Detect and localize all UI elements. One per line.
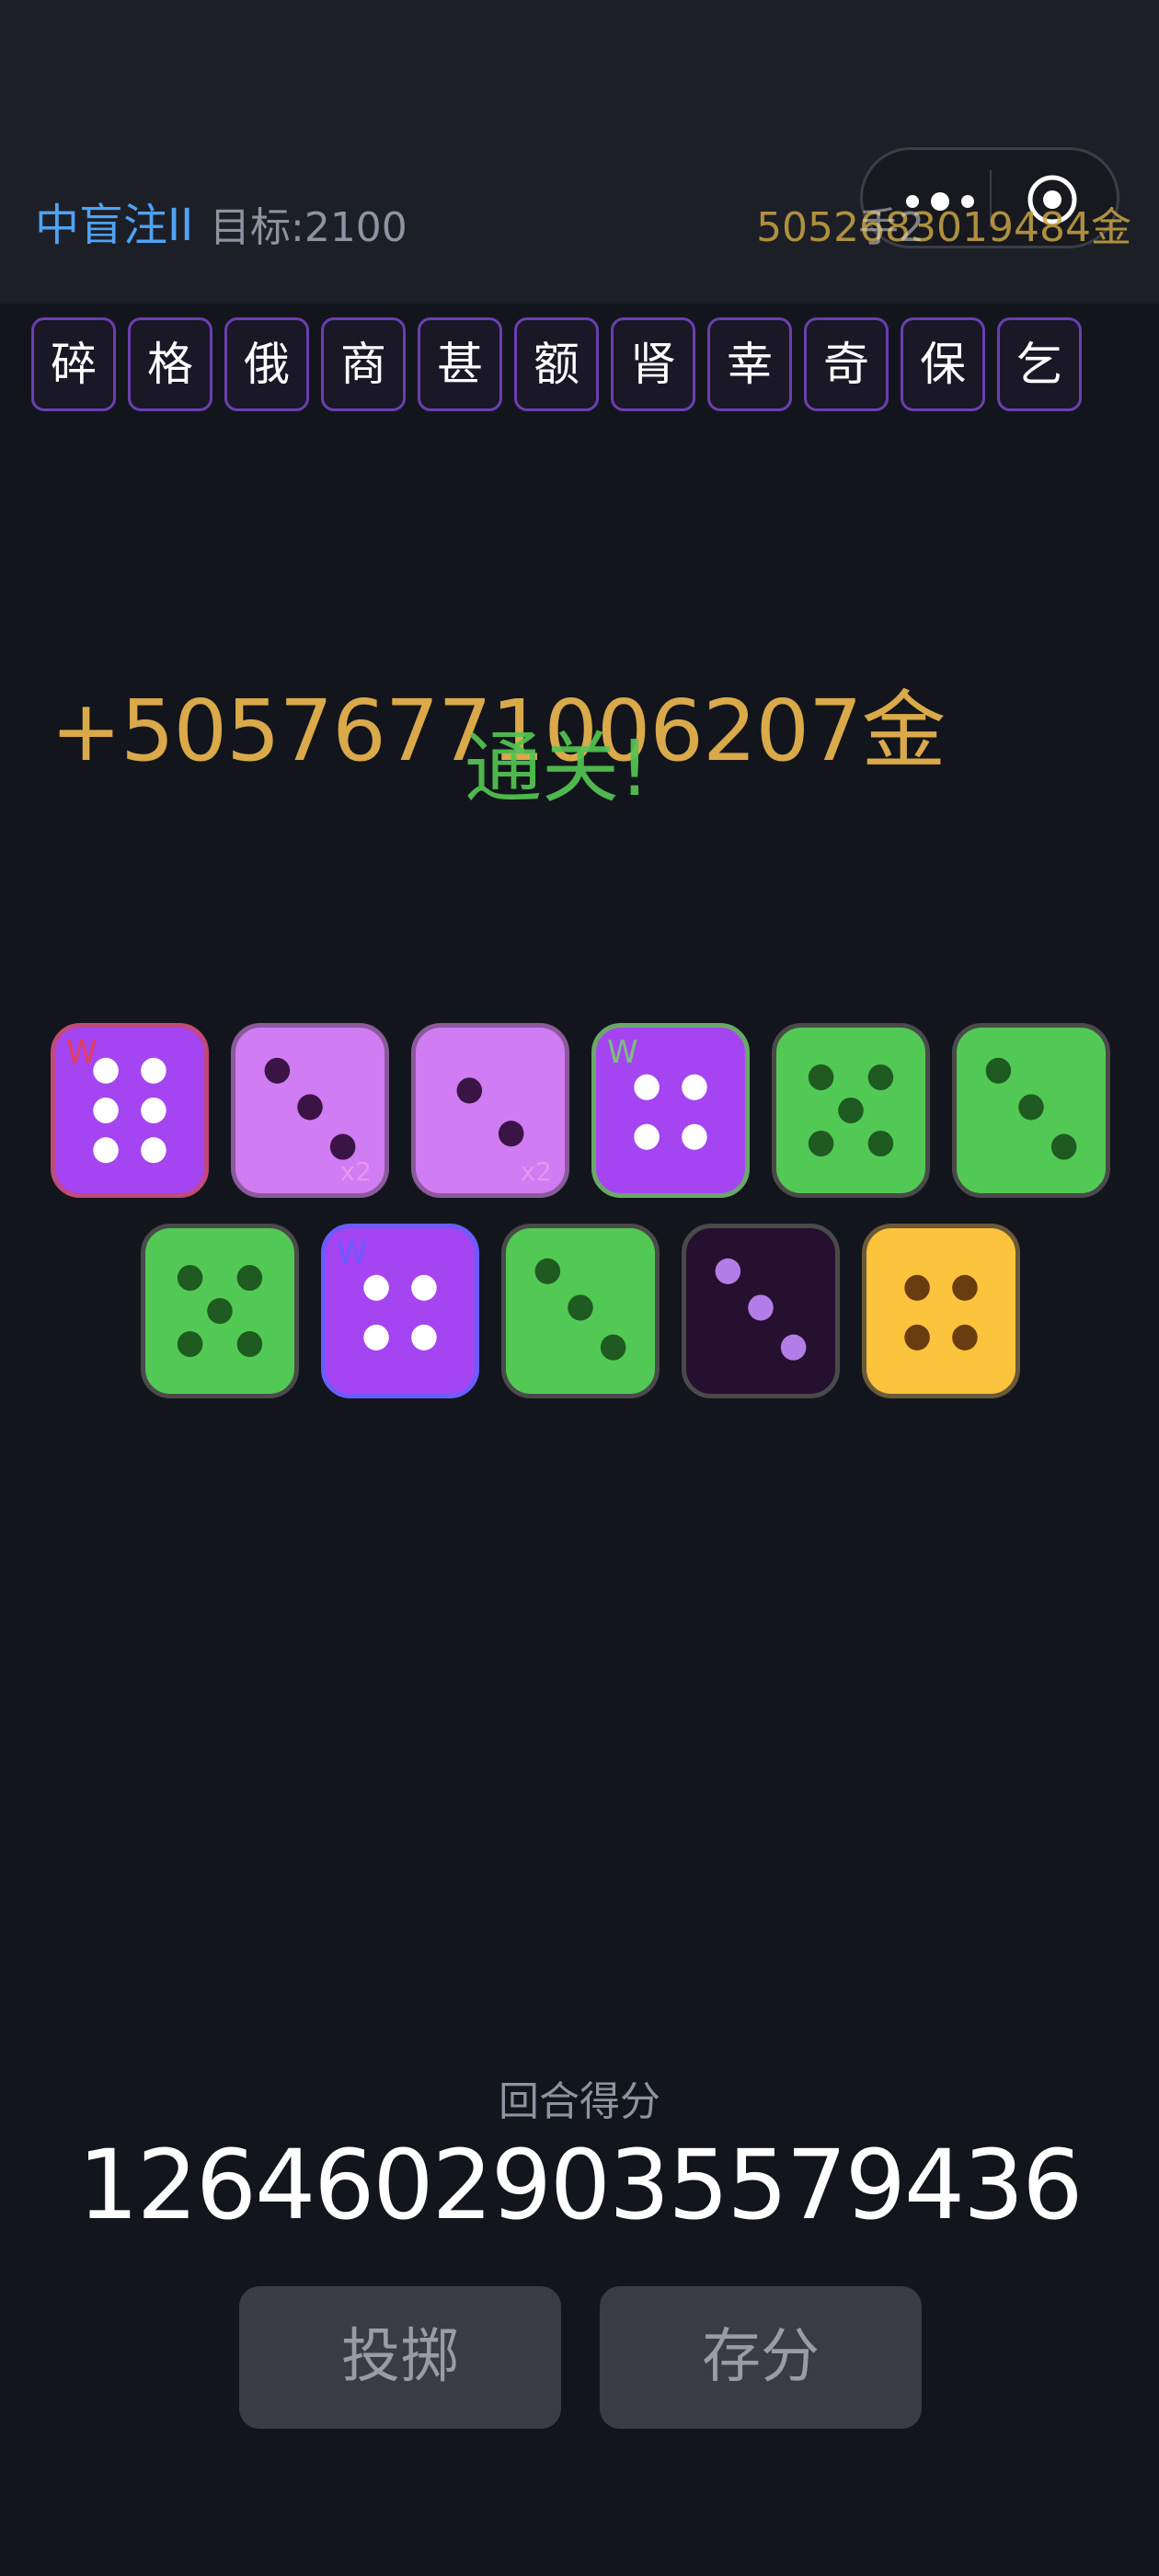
die-pip <box>207 1297 233 1325</box>
die-pip <box>867 1130 894 1157</box>
die-pip <box>634 1123 660 1150</box>
die-pip <box>93 1097 119 1124</box>
die-pip <box>838 1097 864 1124</box>
die-pip <box>534 1258 561 1284</box>
die[interactable]: W <box>591 1023 750 1198</box>
tile[interactable]: 保 <box>901 317 985 411</box>
die-pip <box>363 1274 389 1301</box>
tile[interactable]: 奇 <box>804 317 889 411</box>
die-pip <box>780 1334 807 1361</box>
die-pip <box>411 1274 437 1301</box>
round-score-value: 12646029035579436 <box>77 2129 1084 2241</box>
die-pip <box>715 1258 741 1284</box>
die-pip <box>952 1324 978 1351</box>
tile[interactable]: 乞 <box>997 317 1082 411</box>
die-pip <box>808 1130 834 1157</box>
die[interactable] <box>682 1224 840 1398</box>
die[interactable] <box>141 1224 299 1398</box>
die-pip <box>808 1064 834 1091</box>
multiplier-tag: x2 <box>520 1156 552 1187</box>
die-pip <box>748 1294 774 1321</box>
die[interactable] <box>952 1023 1110 1198</box>
die-pip <box>297 1094 323 1121</box>
die-pip <box>904 1274 930 1301</box>
die[interactable]: x2 <box>231 1023 389 1198</box>
die-pip <box>985 1057 1012 1084</box>
die-pip <box>568 1294 593 1321</box>
die-pip <box>264 1057 291 1084</box>
die[interactable]: W <box>51 1023 209 1198</box>
wild-tag: W <box>607 1034 638 1071</box>
die[interactable]: W <box>321 1224 479 1398</box>
die-pip <box>952 1274 978 1301</box>
die-pip <box>177 1264 203 1292</box>
die-pip <box>141 1097 166 1124</box>
wild-tag: W <box>337 1235 368 1271</box>
die-face <box>985 1057 1077 1160</box>
tile[interactable]: 肾 <box>611 317 695 411</box>
tile[interactable]: 额 <box>514 317 599 411</box>
die-pip <box>456 1077 483 1104</box>
die-pip <box>600 1334 626 1361</box>
target-score: 目标:2100 <box>210 204 407 251</box>
tile[interactable]: 碎 <box>31 317 116 411</box>
roll-button[interactable]: 投掷 <box>239 2286 561 2429</box>
die-pip <box>236 1264 263 1292</box>
die-face <box>177 1264 263 1358</box>
die-pip <box>682 1074 707 1100</box>
die-pip <box>1050 1133 1077 1160</box>
die[interactable] <box>501 1224 660 1398</box>
level-name: 中盲注II <box>35 200 194 251</box>
die-pip <box>93 1137 119 1164</box>
tile[interactable]: 幸 <box>707 317 792 411</box>
die[interactable]: x2 <box>411 1023 569 1198</box>
die-pip <box>141 1057 166 1084</box>
die-pip <box>141 1137 166 1164</box>
multiplier-tag: x2 <box>339 1156 372 1187</box>
wild-tag: W <box>66 1034 98 1071</box>
die-pip <box>1018 1094 1044 1121</box>
die-face <box>715 1258 807 1361</box>
die-pip <box>682 1123 707 1150</box>
tile[interactable]: 格 <box>128 317 212 411</box>
die-pip <box>904 1324 930 1351</box>
die-face <box>534 1258 626 1361</box>
die[interactable] <box>862 1224 1020 1398</box>
die-face <box>808 1064 894 1157</box>
die-pip <box>363 1324 389 1351</box>
die-pip <box>236 1330 263 1358</box>
die-pip <box>498 1121 524 1147</box>
tile[interactable]: 甚 <box>418 317 502 411</box>
die[interactable] <box>772 1023 930 1198</box>
die-pip <box>634 1074 660 1100</box>
tile[interactable]: 商 <box>321 317 406 411</box>
die-face <box>904 1274 978 1351</box>
die-pip <box>411 1324 437 1351</box>
level-clear-text: 通关! <box>465 723 650 813</box>
tile[interactable]: 俄 <box>224 317 309 411</box>
round-score-label: 回合得分 <box>499 2078 660 2125</box>
hand-counter-overlay: 手2 <box>858 204 924 251</box>
gold-total: 5052683019484金 <box>756 204 1131 251</box>
bank-button[interactable]: 存分 <box>600 2286 922 2429</box>
die-pip <box>177 1330 203 1358</box>
die-pip <box>867 1064 894 1091</box>
